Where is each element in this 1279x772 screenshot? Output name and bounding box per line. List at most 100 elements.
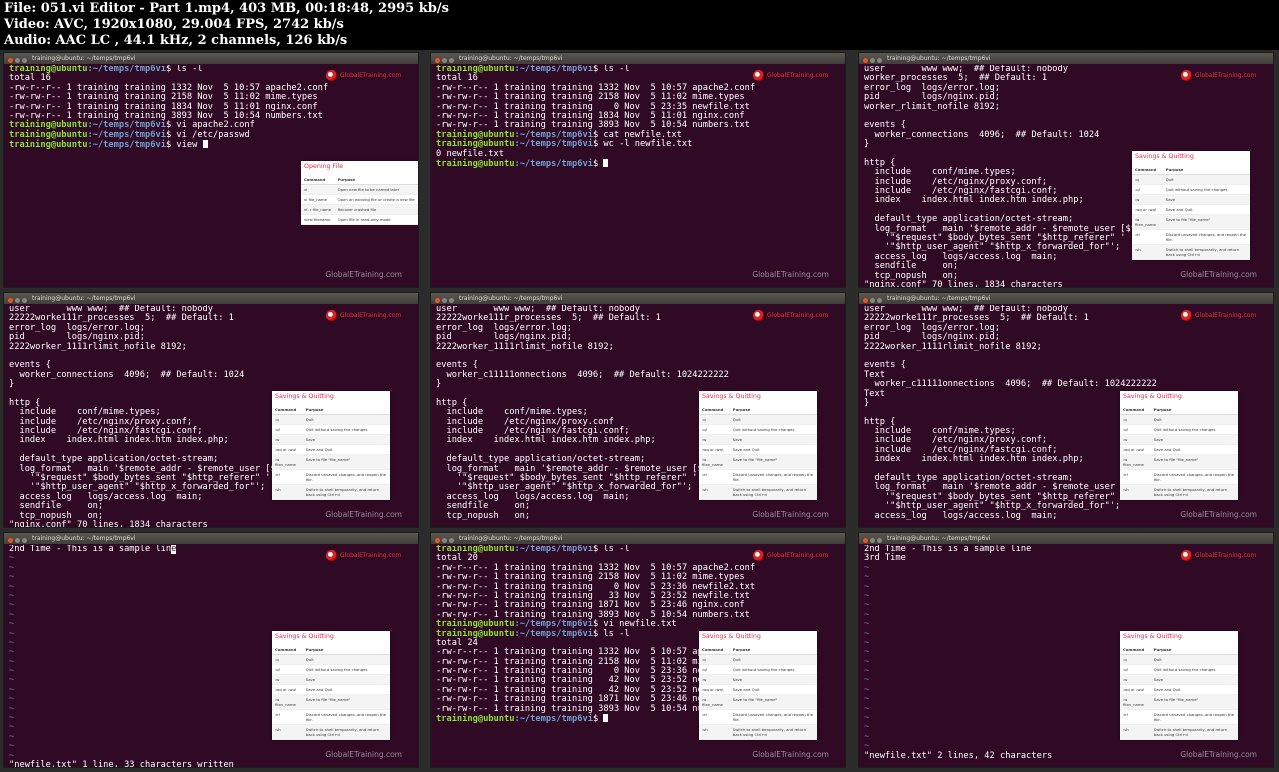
shell-prompt-path: :~/temps/tmp6vi [514,65,593,74]
logo-text: GlobalETraining.com [340,72,402,79]
command-cell: :w [1132,194,1163,205]
command-cell: :q [1120,414,1151,425]
terminal-line: 0 newfile.txt [436,148,504,159]
terminal-line: ~ [864,610,1269,620]
window-max-button[interactable] [22,298,27,303]
purpose-cell: Save to file "file_name" [1162,214,1250,230]
purpose-cell: Quit [302,414,390,425]
watermark-text: GlobalETraining.com [1180,750,1257,759]
window-titlebar: training@ubuntu: ~/temps/tmp6vi [431,533,845,544]
terminal-line: ~ [9,601,414,610]
audio-info-line: Audio: AAC LC , 44.1 kHz, 2 channels, 12… [4,33,348,48]
window-titlebar: training@ubuntu: ~/temps/tmp6vi [4,53,418,64]
command-table: Command Purpose:q Quit:q! Quit without savi… [699,405,817,500]
panel-title: Savings & Quitting [1135,153,1194,160]
logo-text: GlobalETraining.com [767,552,829,559]
window-min-button[interactable] [442,298,447,303]
panel-title: Opening File [304,163,344,170]
window-title: training@ubuntu: ~/temps/tmp6vi [32,55,136,62]
window-max-button[interactable] [449,298,454,303]
purpose-cell: Quit without saving the changes [729,664,817,675]
terminal-line: worker_c11111onnections 4096; ## Default… [864,379,1157,390]
logo-text: GlobalETraining.com [767,312,829,319]
purpose-cell: Discard unsaved changes, and reopen the … [729,709,817,725]
command-table: Command Purpose:q Quit:q! Quit without savi… [272,645,390,740]
command-cell: :e! [272,709,303,725]
globe-icon [326,70,337,81]
window-min-button[interactable] [870,298,875,303]
window-max-button[interactable] [449,58,454,63]
terminal-line: ~ [9,563,414,573]
window-min-button[interactable] [15,298,20,303]
command-cell: :w [699,434,730,445]
table-row: :wq or :wq! Save and Quit [1120,684,1238,695]
window-close-button[interactable] [435,58,440,63]
window-min-button[interactable] [15,58,20,63]
terminal-line: ~ [864,582,1269,592]
command-cell: :q! [1132,184,1163,195]
globaletraining-logo: GlobalETraining.com [753,549,837,563]
table-row: :wq or :wq! Save and Quit [1132,204,1250,215]
table-row: :w Save [699,674,817,685]
shell-command: $ wc -l newfile.txt [592,139,693,150]
window-titlebar: training@ubuntu: ~/temps/tmp6vi [4,293,418,304]
window-max-button[interactable] [877,58,882,63]
column-header: Purpose [334,175,418,185]
table-row: :q Quit [272,654,390,665]
window-min-button[interactable] [15,538,20,543]
purpose-cell: Save and Quit [1150,684,1238,695]
table-row: :w Save [1120,434,1238,445]
saving-cheatsheet-panel: Savings & Quitting Command Purpose:q Quit:q… [699,391,817,500]
terminal-output[interactable]: training@ubuntu:~/temps/tmp6vi$ ls -l tot… [436,65,841,287]
command-cell: :q! [699,664,730,675]
table-header-row: Command Purpose [272,405,390,415]
terminal-thumbnail: training@ubuntu: ~/temps/tmp6vi user www … [858,292,1274,528]
table-row: :e! Discard unsaved changes, and reopen t… [272,709,390,725]
column-header: Command [272,405,303,415]
window-min-button[interactable] [442,538,447,543]
window-min-button[interactable] [870,538,875,543]
table-row: :q! Quit without saving the changes [272,664,390,675]
saving-cheatsheet-panel: Savings & Quitting Command Purpose:q Quit:q… [699,631,817,740]
window-close-button[interactable] [435,298,440,303]
table-row: :q Quit [699,414,817,425]
globaletraining-logo: GlobalETraining.com [753,69,837,83]
table-row: :w Save [272,434,390,445]
purpose-cell: Save and Quit [302,684,390,695]
window-close-button[interactable] [863,298,868,303]
window-titlebar: training@ubuntu: ~/temps/tmp6vi [4,533,418,544]
shell-command: $ [592,714,604,725]
purpose-cell: Recover crashed file [334,204,418,215]
table-header-row: Command Purpose [1132,165,1250,175]
panel-title: Savings & Quitting [1123,393,1182,400]
window-max-button[interactable] [877,538,882,543]
command-cell: :sh [1120,724,1151,740]
window-max-button[interactable] [449,538,454,543]
window-close-button[interactable] [8,58,13,63]
table-row: vi -r file_name Recover crashed file [301,204,418,215]
command-cell: :q [272,414,303,425]
window-close-button[interactable] [863,58,868,63]
terminal-line: ~ [864,591,1269,601]
empty-line-tilde: ~ [864,741,870,752]
window-max-button[interactable] [877,298,882,303]
window-close-button[interactable] [8,538,13,543]
logo-text: GlobalETraining.com [340,312,402,319]
command-cell: :w filen_name [1120,694,1151,710]
table-row: :q! Quit without saving the changes [1132,184,1250,195]
window-max-button[interactable] [22,538,27,543]
watermark-text: GlobalETraining.com [325,270,402,279]
table-row: :q Quit [272,414,390,425]
table-row: :w filen_name Save to file "file_name" [699,694,817,710]
terminal-thumbnail: training@ubuntu: ~/temps/tmp6vi training@… [3,52,419,288]
window-min-button[interactable] [870,58,875,63]
window-max-button[interactable] [22,58,27,63]
window-close-button[interactable] [863,538,868,543]
window-titlebar: training@ubuntu: ~/temps/tmp6vi [431,293,845,304]
window-close-button[interactable] [435,538,440,543]
window-min-button[interactable] [442,58,447,63]
window-close-button[interactable] [8,298,13,303]
purpose-cell: Open file in read-only mode [334,214,418,225]
